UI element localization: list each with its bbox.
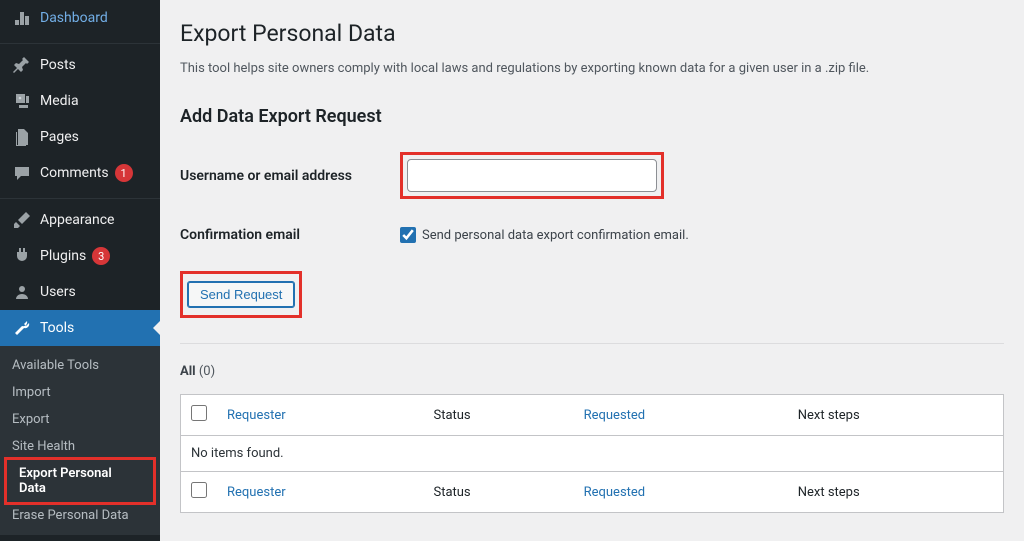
sidebar-item-posts[interactable]: Posts	[0, 47, 160, 83]
col-status: Status	[433, 408, 470, 423]
comment-icon	[12, 163, 32, 183]
no-items: No items found.	[181, 435, 1003, 471]
annotation-highlight	[400, 152, 664, 199]
sidebar-item-users[interactable]: Users	[0, 274, 160, 310]
sidebar-label: Media	[40, 93, 79, 109]
plug-icon	[12, 246, 32, 266]
row-confirmation: Confirmation email Send personal data ex…	[180, 227, 1004, 243]
sidebar-item-comments[interactable]: Comments 1	[0, 155, 160, 191]
sidebar-label: Users	[40, 284, 76, 300]
pin-icon	[12, 55, 32, 75]
sidebar-label: Plugins	[40, 248, 86, 264]
sidebar-label: Appearance	[40, 212, 114, 228]
media-icon	[12, 91, 32, 111]
col-next-steps: Next steps	[798, 408, 860, 423]
sidebar-label: Posts	[40, 57, 76, 73]
col-requested[interactable]: Requested	[584, 485, 646, 500]
pages-icon	[12, 127, 32, 147]
admin-sidebar: Dashboard Posts Media Pages Comments 1 A…	[0, 0, 160, 541]
sidebar-item-tools[interactable]: Tools	[0, 310, 160, 346]
separator	[0, 194, 160, 199]
col-status: Status	[433, 485, 470, 500]
divider	[180, 343, 1004, 344]
row-username: Username or email address	[180, 152, 1004, 199]
confirmation-checkbox[interactable]	[400, 227, 416, 243]
select-all-top[interactable]	[191, 405, 207, 421]
wrench-icon	[12, 318, 32, 338]
form-heading: Add Data Export Request	[180, 106, 1004, 127]
col-requested[interactable]: Requested	[584, 408, 646, 423]
list-views: All (0)	[180, 364, 1004, 379]
select-all-bottom[interactable]	[191, 482, 207, 498]
submenu-import[interactable]: Import	[0, 379, 160, 406]
sidebar-item-dashboard[interactable]: Dashboard	[0, 0, 160, 36]
confirmation-checkbox-wrap[interactable]: Send personal data export confirmation e…	[400, 227, 689, 243]
comments-badge: 1	[115, 164, 133, 182]
username-label: Username or email address	[180, 168, 400, 184]
submenu-export-personal-data[interactable]: Export Personal Data	[7, 460, 153, 502]
annotation-highlight: Send Request	[180, 271, 302, 318]
table-row-empty: No items found.	[181, 435, 1003, 471]
confirmation-label: Confirmation email	[180, 227, 400, 243]
plugins-badge: 3	[92, 247, 110, 265]
sidebar-item-plugins[interactable]: Plugins 3	[0, 238, 160, 274]
sidebar-item-pages[interactable]: Pages	[0, 119, 160, 155]
confirmation-checkbox-label: Send personal data export confirmation e…	[422, 228, 689, 243]
submenu-available-tools[interactable]: Available Tools	[0, 352, 160, 379]
requests-table: Requester Status Requested Next steps No…	[180, 394, 1004, 513]
submenu-export[interactable]: Export	[0, 406, 160, 433]
users-icon	[12, 282, 32, 302]
separator	[0, 39, 160, 44]
sidebar-item-media[interactable]: Media	[0, 83, 160, 119]
annotation-highlight: Export Personal Data	[4, 457, 156, 505]
col-next-steps: Next steps	[798, 485, 860, 500]
submenu-site-health[interactable]: Site Health	[0, 433, 160, 460]
sidebar-item-appearance[interactable]: Appearance	[0, 202, 160, 238]
main-content: Export Personal Data This tool helps sit…	[160, 0, 1024, 541]
tools-submenu: Available Tools Import Export Site Healt…	[0, 346, 160, 535]
col-requester[interactable]: Requester	[227, 485, 286, 500]
sidebar-label: Comments	[40, 165, 109, 181]
sidebar-label: Pages	[40, 129, 79, 145]
page-title: Export Personal Data	[180, 20, 1004, 47]
submenu-erase-personal-data[interactable]: Erase Personal Data	[0, 502, 160, 529]
sidebar-label: Dashboard	[40, 10, 108, 26]
col-requester[interactable]: Requester	[227, 408, 286, 423]
send-request-button[interactable]: Send Request	[187, 281, 295, 308]
brush-icon	[12, 210, 32, 230]
sidebar-label: Tools	[40, 320, 74, 336]
dashboard-icon	[12, 8, 32, 28]
view-all-count: (0)	[199, 364, 215, 379]
view-all[interactable]: All	[180, 364, 196, 379]
page-description: This tool helps site owners comply with …	[180, 61, 1004, 76]
username-input[interactable]	[407, 159, 657, 192]
